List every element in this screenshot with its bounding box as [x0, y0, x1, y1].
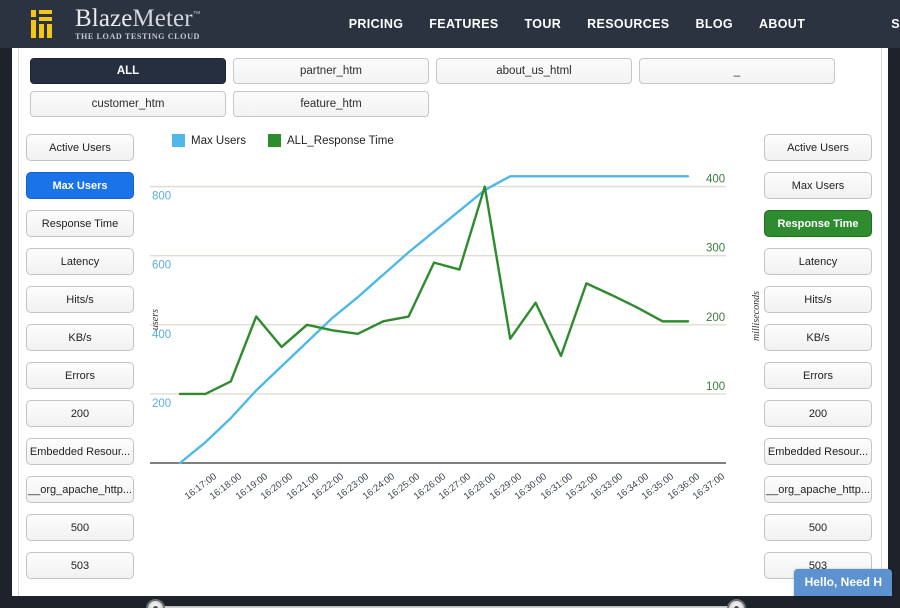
left-metric-kb-per-sec[interactable]: KB/s	[26, 324, 134, 351]
left-metric-response-time[interactable]: Response Time	[26, 210, 134, 237]
nav-item-about[interactable]: ABOUT	[759, 17, 805, 31]
svg-text:400: 400	[706, 174, 725, 186]
right-metric-panel: Active Users Max Users Response Time Lat…	[764, 128, 874, 590]
logo-trademark: ™	[193, 10, 201, 19]
chart-layout: Active Users Max Users Response Time Lat…	[12, 124, 888, 590]
x-axis-tick-labels: 16:17:0016:18:0016:19:0016:20:0016:21:00…	[144, 491, 758, 551]
left-metric-errors[interactable]: Errors	[26, 362, 134, 389]
site-header: BlazeMeter™ THE LOAD TESTING CLOUD PRICI…	[0, 0, 900, 48]
svg-text:200: 200	[706, 312, 725, 324]
svg-text:600: 600	[152, 260, 171, 272]
line-chart-svg: 200 400 600 800 100 200 300 400	[144, 151, 734, 491]
right-metric-max-users[interactable]: Max Users	[764, 172, 872, 199]
chart-legend: Max Users ALL_Response Time	[172, 134, 758, 147]
panel-left-rule	[18, 48, 19, 596]
nav-item-blog[interactable]: BLOG	[695, 17, 733, 31]
left-metric-org-apache-http[interactable]: __org_apache_http...	[26, 476, 134, 503]
right-metric-response-time[interactable]: Response Time	[764, 210, 872, 237]
nav-item-tour[interactable]: TOUR	[525, 17, 562, 31]
filter-tab-feature-htm[interactable]: feature_htm	[233, 91, 429, 117]
legend-item-max-users[interactable]: Max Users	[172, 134, 246, 147]
left-metric-500[interactable]: 500	[26, 514, 134, 541]
filter-tab-all[interactable]: ALL	[30, 58, 226, 84]
legend-swatch-max-users	[172, 134, 185, 147]
left-metric-active-users[interactable]: Active Users	[26, 134, 134, 161]
slider-track-wrap	[146, 604, 746, 608]
left-metric-200[interactable]: 200	[26, 400, 134, 427]
left-metric-embedded-resources[interactable]: Embedded Resour...	[26, 438, 134, 465]
content-area: ALL partner_htm about_us_html _ customer…	[12, 48, 888, 596]
left-metric-max-users[interactable]: Max Users	[26, 172, 134, 199]
filter-tab-partner-htm[interactable]: partner_htm	[233, 58, 429, 84]
right-metric-500[interactable]: 500	[764, 514, 872, 541]
svg-text:100: 100	[706, 381, 725, 393]
plot-area: users milliseconds 200400600800100200300…	[144, 151, 758, 491]
nav-item-pricing[interactable]: PRICING	[349, 17, 404, 31]
left-metric-503[interactable]: 503	[26, 552, 134, 579]
left-metric-latency[interactable]: Latency	[26, 248, 134, 275]
label-filter-row-2: customer_htm feature_htm	[30, 91, 870, 117]
logo-subtitle: THE LOAD TESTING CLOUD	[75, 33, 201, 41]
svg-text:200: 200	[152, 398, 171, 410]
panel-right-rule	[881, 48, 882, 596]
right-metric-org-apache-http[interactable]: __org_apache_http...	[764, 476, 872, 503]
nav-item-sign-up[interactable]: SIGN UP	[891, 17, 900, 31]
legend-label-max-users: Max Users	[191, 135, 246, 147]
app-window: BlazeMeter™ THE LOAD TESTING CLOUD PRICI…	[0, 0, 900, 608]
right-metric-errors[interactable]: Errors	[764, 362, 872, 389]
svg-text:400: 400	[152, 329, 171, 341]
filter-tab-about-us-html[interactable]: about_us_html	[436, 58, 632, 84]
nav-item-features[interactable]: FEATURES	[429, 17, 498, 31]
svg-text:300: 300	[706, 243, 725, 255]
nav-item-resources[interactable]: RESOURCES	[587, 17, 669, 31]
legend-swatch-response-time	[268, 134, 281, 147]
logo-title-bold: Blaze	[75, 5, 132, 32]
filter-tab-underscore[interactable]: _	[639, 58, 835, 84]
slider-handle-end[interactable]	[727, 599, 746, 608]
slider-handle-start[interactable]	[146, 599, 165, 608]
main-nav: PRICING FEATURES TOUR RESOURCES BLOG ABO…	[349, 17, 900, 31]
svg-text:800: 800	[152, 191, 171, 203]
left-metric-hits-per-sec[interactable]: Hits/s	[26, 286, 134, 313]
logo-title: BlazeMeter™	[75, 6, 201, 31]
chat-widget-tab[interactable]: Hello, Need H	[794, 569, 892, 596]
chart-panel: Max Users ALL_Response Time users millis…	[136, 128, 758, 590]
left-metric-panel: Active Users Max Users Response Time Lat…	[26, 128, 136, 590]
y-axis-left-title: users	[150, 309, 161, 330]
y-axis-right-title: milliseconds	[751, 291, 762, 341]
right-metric-200[interactable]: 200	[764, 400, 872, 427]
time-range-slider[interactable]	[26, 594, 874, 608]
label-filter-group: ALL partner_htm about_us_html _ customer…	[12, 48, 888, 117]
legend-item-response-time[interactable]: ALL_Response Time	[268, 134, 394, 147]
blazemeter-logo[interactable]: BlazeMeter™ THE LOAD TESTING CLOUD	[30, 6, 201, 41]
label-filter-row-1: ALL partner_htm about_us_html _	[30, 58, 870, 84]
right-metric-active-users[interactable]: Active Users	[764, 134, 872, 161]
right-metric-hits-per-sec[interactable]: Hits/s	[764, 286, 872, 313]
blazemeter-logo-mark	[30, 8, 66, 40]
right-metric-embedded-resources[interactable]: Embedded Resour...	[764, 438, 872, 465]
legend-label-response-time: ALL_Response Time	[287, 135, 394, 147]
logo-title-thin: Meter	[132, 5, 192, 32]
right-metric-latency[interactable]: Latency	[764, 248, 872, 275]
right-metric-kb-per-sec[interactable]: KB/s	[764, 324, 872, 351]
filter-tab-customer-htm[interactable]: customer_htm	[30, 91, 226, 117]
